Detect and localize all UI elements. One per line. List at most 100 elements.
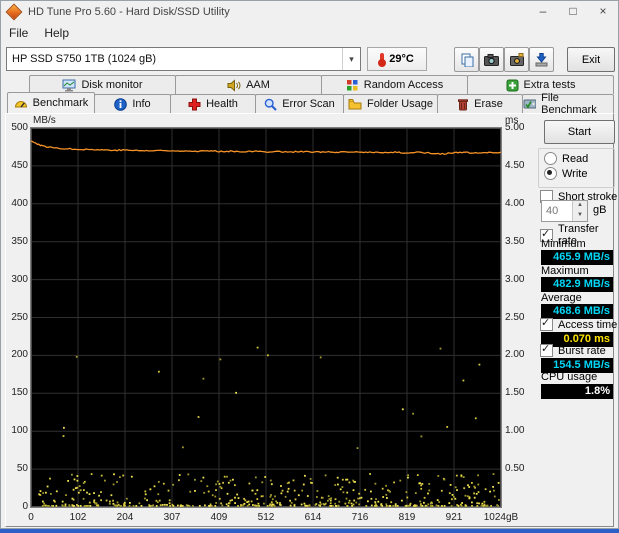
disk-monitor-icon [62,79,76,91]
burst-rate-label: Burst rate [558,344,606,357]
tab-benchmark[interactable]: Benchmark [7,92,95,113]
y-right-unit-label: ms [505,115,519,126]
short-stroke-unit: gB [593,204,607,216]
tab-health[interactable]: Health [170,94,256,113]
burst-rate-checkbox[interactable]: Burst rate [540,342,606,357]
y-right-tick: 1.50 [505,387,525,399]
y-left-tick: 400 [11,197,28,209]
short-stroke-spinner[interactable]: 40 ▲ ▼ [541,200,588,222]
speaker-icon [227,78,241,92]
tab-label: Disk monitor [81,79,143,91]
tab-row-top: Disk monitor AAM Random Access Extra tes… [29,75,614,94]
menu-help[interactable]: Help [44,26,69,40]
drive-selector[interactable]: HP SSD S750 1TB (1024 gB) ▾ [6,47,361,71]
x-axis-tick: 102 [69,512,87,523]
copy-text-button[interactable] [454,47,479,72]
start-button-label: Start [567,126,592,138]
temperature-value: 29°C [389,53,414,65]
write-radio[interactable]: Write [544,167,587,180]
tab-folder-usage[interactable]: Folder Usage [343,94,438,113]
average-value: 468.6 MB/s [541,304,613,319]
folder-icon [348,99,362,110]
cpu-usage-value: 1.8% [541,384,613,399]
thermometer-icon [378,53,387,67]
y-right-tick: 1.00 [505,425,525,437]
y-right-tick: 4.50 [505,159,525,171]
tab-erase[interactable]: Erase [437,94,523,113]
tab-random-access[interactable]: Random Access [321,75,468,94]
minimum-label: Minimum [541,238,586,250]
x-axis-tick: 512 [257,512,275,523]
y-right-tick: 2.00 [505,349,525,361]
spinner-buttons: ▲ ▼ [572,201,587,221]
remove-device-icon [535,52,548,66]
spinner-down-icon[interactable]: ▼ [573,211,587,221]
title-bar: HD Tune Pro 5.60 - Hard Disk/SSD Utility… [1,1,618,23]
x-axis-tick: 1024gB [483,512,519,523]
tab-label: Benchmark [32,97,89,109]
minimize-button[interactable]: – [528,1,558,23]
tab-error-scan[interactable]: Error Scan [255,94,344,113]
save-screenshot-button[interactable] [504,47,529,72]
x-axis-tick: 921 [445,512,463,523]
write-radio-circle[interactable] [544,167,557,180]
read-radio-circle[interactable] [544,152,557,165]
y-left-tick: 350 [11,235,28,247]
copy-screenshot-button[interactable] [479,47,504,72]
health-icon [188,98,201,110]
tab-label: Erase [474,98,503,110]
y-left-unit-label: MB/s [33,115,56,126]
x-axis-tick: 819 [398,512,416,523]
tab-label: Error Scan [282,98,335,110]
cpu-usage-label: CPU usage [541,371,598,383]
y-left-tick: 50 [16,463,28,475]
toolbar: HP SSD S750 1TB (1024 gB) ▾ 29°C Exit [1,43,618,75]
menu-file[interactable]: File [9,26,28,40]
y-right-tick: 4.00 [505,197,525,209]
minimum-value: 465.9 MB/s [541,250,613,265]
tab-row-bottom: Benchmark Info Health Error Scan Folder … [7,92,614,116]
window-controls: – □ × [528,1,618,23]
start-button[interactable]: Start [544,120,615,144]
y-left-tick: 100 [11,425,28,437]
short-stroke-value[interactable]: 40 [542,201,572,221]
remove-device-button[interactable] [529,47,554,72]
benchmark-icon [14,101,27,108]
tab-aam[interactable]: AAM [175,75,322,94]
extra-tests-icon [506,79,519,91]
tab-label: Info [132,98,151,110]
write-radio-label: Write [562,167,588,180]
maximum-value: 482.9 MB/s [541,277,613,292]
menu-bar: File Help [1,23,619,43]
tab-info[interactable]: Info [94,94,171,113]
access-time-checkbox[interactable]: Access time [540,316,617,331]
average-label: Average [541,292,582,304]
erase-icon [458,98,469,110]
access-time-checkbox-box[interactable] [540,316,553,331]
read-radio-label: Read [562,152,589,165]
window-title: HD Tune Pro 5.60 - Hard Disk/SSD Utility [28,6,230,18]
error-scan-icon [264,98,277,111]
copy-text-icon [461,53,473,67]
app-window: HD Tune Pro 5.60 - Hard Disk/SSD Utility… [0,0,619,529]
y-right-tick: 3.50 [505,235,525,247]
spinner-up-icon[interactable]: ▲ [573,201,587,211]
chevron-down-icon[interactable]: ▾ [342,48,360,70]
x-axis-tick: 614 [304,512,322,523]
x-axis-tick: 204 [116,512,134,523]
save-screenshot-icon [509,53,524,66]
burst-rate-checkbox-box[interactable] [540,342,553,357]
tab-file-benchmark[interactable]: File Benchmark [522,92,614,116]
close-button[interactable]: × [588,1,618,23]
y-left-tick: 250 [11,311,28,323]
y-left-tick: 300 [11,273,28,285]
maximize-button[interactable]: □ [558,1,588,23]
exit-button-label: Exit [581,53,601,66]
y-left-tick: 150 [11,387,28,399]
y-right-tick: 0.50 [505,463,525,475]
exit-button[interactable]: Exit [567,47,615,72]
app-icon [5,3,23,21]
tab-label: Random Access [363,79,444,91]
read-radio[interactable]: Read [544,152,588,165]
x-axis-tick: 409 [210,512,228,523]
